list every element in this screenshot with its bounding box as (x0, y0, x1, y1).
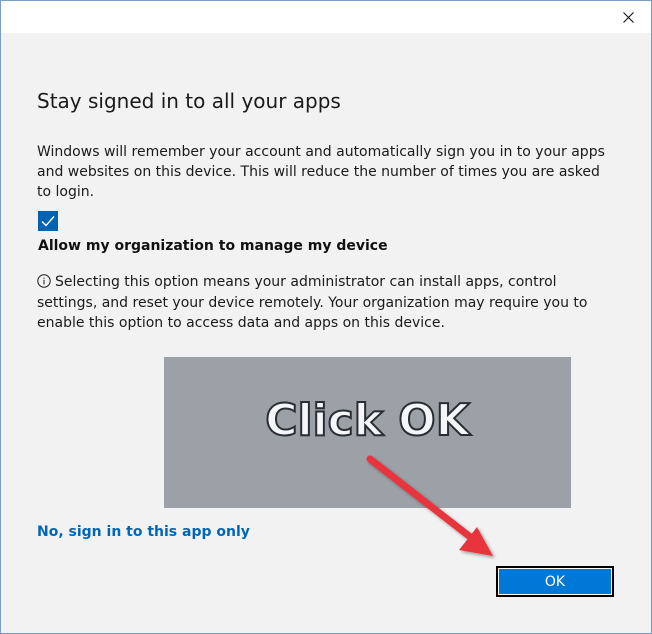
close-button[interactable] (605, 1, 651, 33)
dialog-description: Windows will remember your account and a… (37, 144, 605, 200)
dialog-window: Stay signed in to all your apps Windows … (0, 0, 652, 634)
manage-device-label: Allow my organization to manage my devic… (38, 238, 388, 254)
checkmark-icon (41, 216, 55, 227)
dialog-heading: Stay signed in to all your apps (37, 89, 341, 113)
annotation-text: Click OK (264, 394, 471, 447)
info-text: Selecting this option means your adminis… (37, 274, 588, 331)
title-bar (1, 1, 651, 33)
info-icon (37, 274, 51, 288)
annotation-overlay: Click OK (164, 357, 571, 508)
manage-device-checkbox[interactable] (38, 211, 58, 231)
sign-in-app-only-link[interactable]: No, sign in to this app only (37, 524, 250, 540)
ok-button[interactable]: OK (496, 566, 614, 597)
close-icon (622, 11, 634, 23)
info-block: Selecting this option means your adminis… (37, 272, 617, 334)
